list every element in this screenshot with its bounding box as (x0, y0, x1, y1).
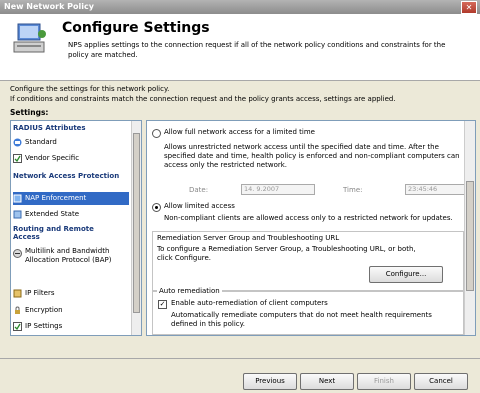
sidebar-item-label: IP Settings (25, 322, 63, 330)
detail-scrollbar[interactable] (464, 121, 475, 335)
intro-line-2: If conditions and constraints match the … (10, 95, 396, 103)
section-routing-remote-access: Routing and Remote Access (13, 225, 94, 241)
window-title: New Network Policy (4, 2, 94, 11)
vendor-specific-icon (13, 153, 22, 163)
standard-icon (13, 138, 22, 146)
remediation-group-title: Remediation Server Group and Troubleshoo… (157, 234, 340, 242)
sidebar-item-ip-filters[interactable]: IP Filters (13, 287, 129, 300)
intro-line-1: Configure the settings for this network … (10, 85, 170, 93)
date-value: 14. 9.2007 (244, 185, 280, 193)
sidebar-item-nap-enforcement[interactable]: NAP Enforcement (13, 192, 129, 205)
date-picker[interactable]: 14. 9.2007 (241, 184, 315, 195)
auto-remediation-title: Auto remediation (157, 287, 222, 296)
sidebar-item-ip-settings[interactable]: IP Settings (13, 320, 129, 333)
section-radius-attributes: RADIUS Attributes (13, 124, 86, 132)
time-label: Time: (343, 186, 363, 194)
time-value: 23:45:46 (408, 185, 438, 193)
title-bar: New Network Policy ✕ (0, 0, 480, 14)
finish-button[interactable]: Finish (357, 373, 411, 390)
sidebar-item-label: Vendor Specific (25, 154, 80, 162)
detail-scroll-thumb[interactable] (466, 181, 474, 291)
sidebar-item-label: Multilink and Bandwidth Allocation Proto… (25, 247, 112, 264)
sidebar-scrollbar[interactable] (131, 121, 141, 335)
nap-enforcement-icon (13, 194, 22, 202)
sidebar-item-label: NAP Enforcement (25, 194, 87, 202)
wizard-header: Configure Settings NPS applies settings … (0, 14, 480, 81)
full-access-label: Allow full network access for a limited … (164, 128, 315, 136)
sidebar-item-label: Extended State (25, 210, 80, 218)
time-picker[interactable]: 23:45:46 (405, 184, 469, 195)
date-label: Date: (189, 186, 209, 194)
page-title: Configure Settings (62, 20, 210, 36)
settings-label: Settings: (10, 108, 49, 117)
sidebar-item-vendor-specific[interactable]: Vendor Specific (13, 152, 129, 165)
intro-text: Configure the settings for this network … (10, 84, 470, 104)
auto-remediation-checkbox-label: Enable auto-remediation of client comput… (171, 299, 328, 307)
sidebar-item-label: Standard (25, 138, 57, 146)
multilink-icon (13, 249, 22, 258)
limited-access-description: Non-compliant clients are allowed access… (164, 214, 453, 222)
next-button[interactable]: Next (300, 373, 354, 390)
sidebar-item-label: Encryption (25, 306, 63, 314)
sidebar-item-standard[interactable]: Standard (13, 136, 129, 149)
network-policy-icon (13, 23, 46, 53)
remediation-group-description: To configure a Remediation Server Group,… (157, 245, 416, 262)
sidebar-item-extended-state[interactable]: Extended State (13, 208, 129, 221)
section-network-access-protection: Network Access Protection (13, 172, 120, 180)
page-description: NPS applies settings to the connection r… (68, 41, 446, 59)
previous-button[interactable]: Previous (243, 373, 297, 390)
settings-detail-pane: Allow full network access for a limited … (146, 120, 476, 336)
ip-filters-icon (13, 289, 22, 297)
full-access-description: Allows unrestricted network access until… (164, 143, 460, 169)
footer-divider (0, 358, 480, 359)
ip-settings-icon (13, 321, 22, 331)
sidebar-scroll-thumb[interactable] (133, 133, 140, 313)
limited-access-label: Allow limited access (164, 202, 235, 210)
encryption-icon (15, 306, 20, 314)
cancel-button[interactable]: Cancel (414, 373, 468, 390)
sidebar-item-encryption[interactable]: Encryption (13, 304, 129, 317)
settings-tree: RADIUS Attributes Standard Vendor Specif… (10, 120, 142, 336)
sidebar-item-multilink[interactable]: Multilink and Bandwidth Allocation Proto… (13, 247, 129, 277)
sidebar-item-label: IP Filters (25, 289, 55, 297)
limited-access-radio[interactable] (152, 203, 161, 212)
close-icon[interactable]: ✕ (461, 1, 477, 14)
auto-remediation-description: Automatically remediate computers that d… (171, 311, 432, 328)
extended-state-icon (13, 210, 22, 218)
auto-remediation-checkbox[interactable]: ✓ (158, 300, 167, 309)
configure-button[interactable]: Configure... (369, 266, 443, 283)
full-access-radio[interactable] (152, 129, 161, 138)
